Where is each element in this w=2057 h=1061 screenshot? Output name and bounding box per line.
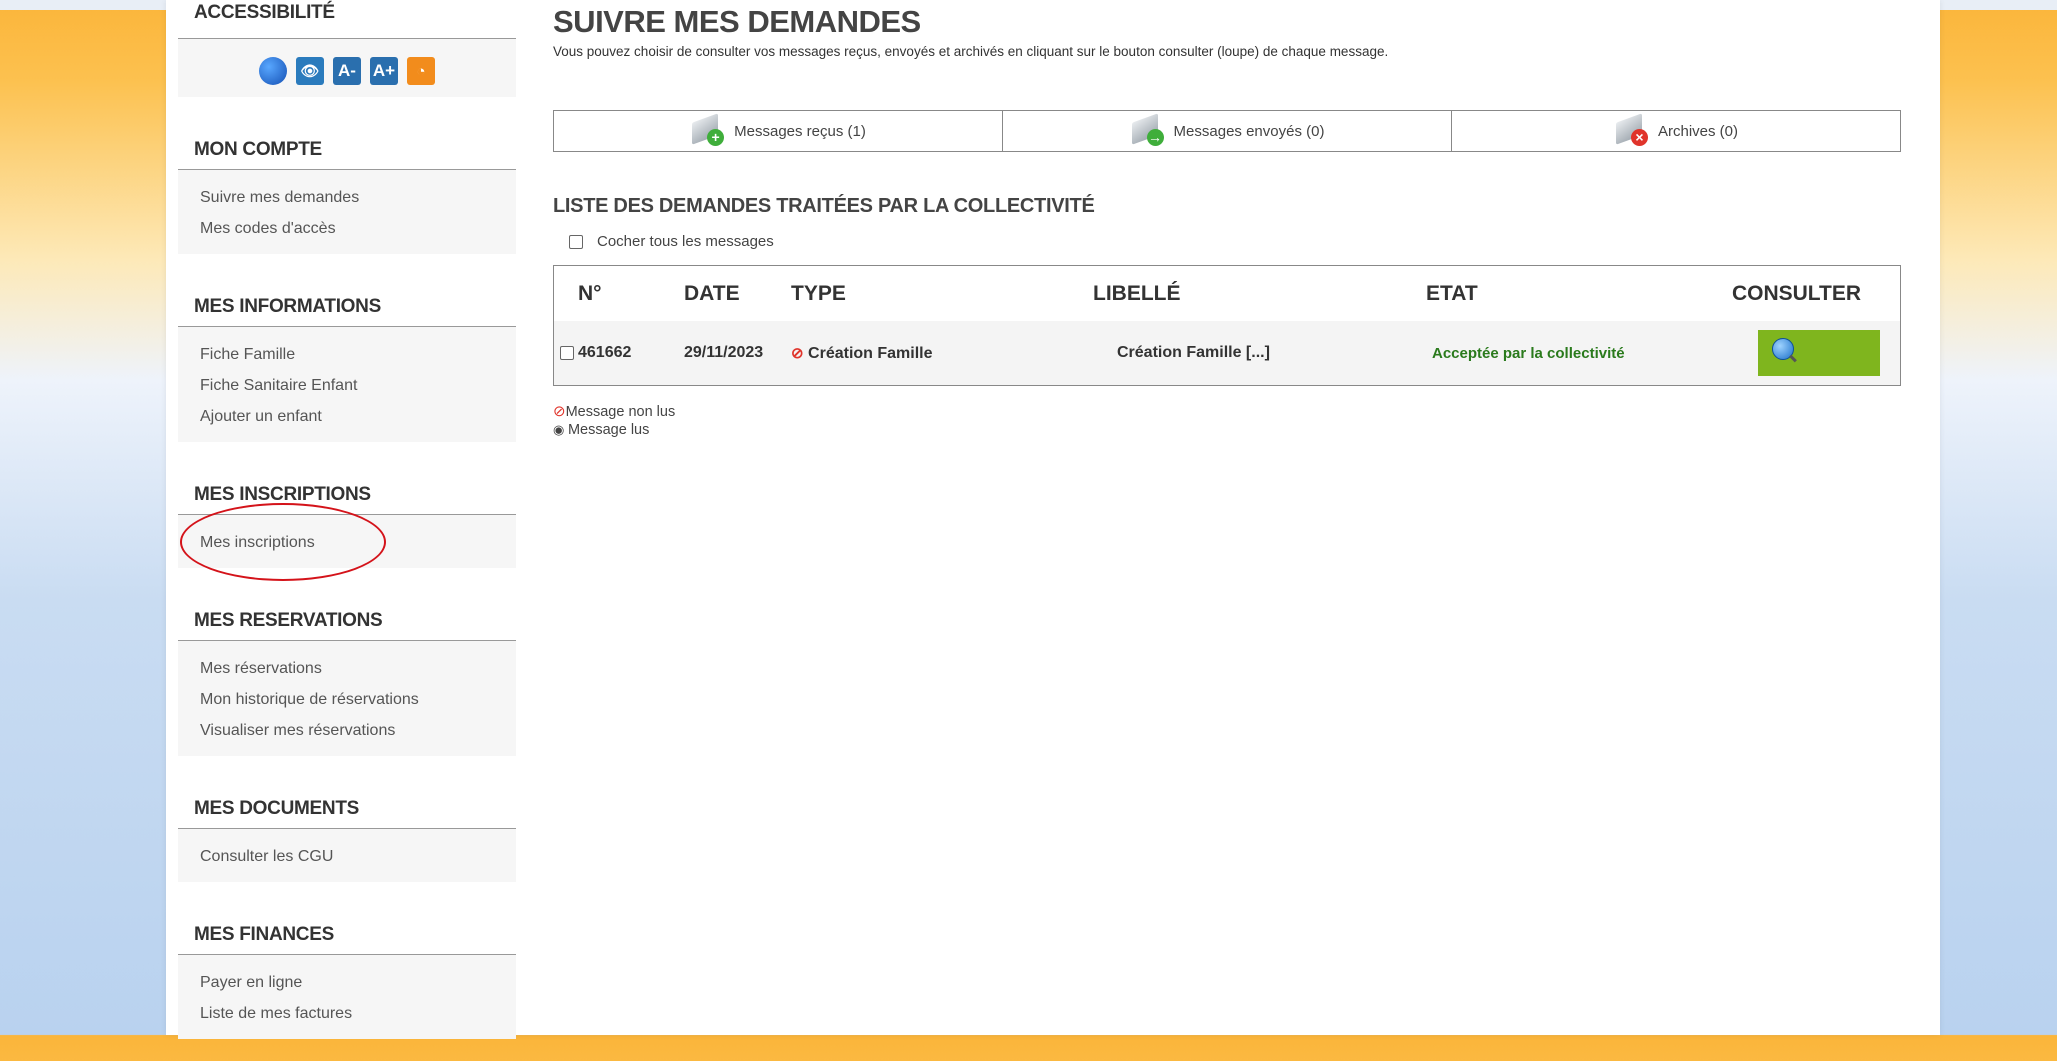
sidebar-item-ajouter-enfant[interactable]: Ajouter un enfant <box>178 401 516 432</box>
sidebar-item-suivre-demandes[interactable]: Suivre mes demandes <box>178 182 516 213</box>
sidebar-item-payer-en-ligne[interactable]: Payer en ligne <box>178 967 516 998</box>
consult-button[interactable] <box>1757 330 1880 376</box>
mon-compte-block: MON COMPTE Suivre mes demandes Mes codes… <box>178 119 516 254</box>
mes-reservations-block: MES RESERVATIONS Mes réservations Mon hi… <box>178 590 516 756</box>
sidebar-item-visualiser-reservations[interactable]: Visualiser mes réservations <box>178 715 516 746</box>
globe-icon[interactable] <box>259 57 287 85</box>
header-libelle: LIBELLÉ <box>1093 281 1181 305</box>
row-type: Création Famille <box>808 344 933 362</box>
header-consulter: CONSULTER <box>1731 281 1862 305</box>
sidebar: ACCESSIBILITÉ 👁 A- A+ ◔ MON COMPTE Suivr… <box>178 0 516 1061</box>
mon-compte-title: MON COMPTE <box>178 119 516 170</box>
row-date: 29/11/2023 <box>684 344 764 361</box>
accessibility-title: ACCESSIBILITÉ <box>178 0 516 39</box>
unread-eye-icon: ⊘ <box>791 344 804 362</box>
check-all: Cocher tous les messages <box>569 233 774 250</box>
magnifier-icon <box>1771 338 1794 360</box>
mes-finances-block: MES FINANCES Payer en ligne Liste de mes… <box>178 904 516 1039</box>
main-content: SUIVRE MES DEMANDES Vous pouvez choisir … <box>553 0 1903 438</box>
row-libelle: Création Famille [...] <box>1117 344 1270 361</box>
header-etat: ETAT <box>1426 281 1478 305</box>
header-date: DATE <box>684 281 740 305</box>
mes-informations-title: MES INFORMATIONS <box>178 276 516 327</box>
tab-messages-recus-label: Messages reçus (1) <box>734 122 866 140</box>
accessibility-icons: 👁 A- A+ ◔ <box>178 39 516 97</box>
sidebar-item-mes-inscriptions[interactable]: Mes inscriptions <box>178 527 516 558</box>
sidebar-item-historique-reservations[interactable]: Mon historique de réservations <box>178 684 516 715</box>
page-description: Vous pouvez choisir de consulter vos mes… <box>553 44 1389 59</box>
table-header: N° DATE TYPE LIBELLÉ ETAT CONSULTER <box>554 266 1900 321</box>
sidebar-item-mes-reservations[interactable]: Mes réservations <box>178 653 516 684</box>
header-num: N° <box>578 281 602 305</box>
mes-inscriptions-block: MES INSCRIPTIONS Mes inscriptions <box>178 464 516 568</box>
mes-informations-block: MES INFORMATIONS Fiche Famille Fiche San… <box>178 276 516 442</box>
font-increase-icon[interactable]: A+ <box>370 57 398 85</box>
envelope-plus-icon: + <box>690 113 725 146</box>
tab-messages-envoyes-label: Messages envoyés (0) <box>1173 122 1325 140</box>
unread-eye-icon: ⊘ <box>553 403 566 420</box>
tab-archives-label: Archives (0) <box>1657 122 1739 140</box>
message-tabs: + Messages reçus (1) → Messages envoyés … <box>553 110 1901 152</box>
mes-documents-block: MES DOCUMENTS Consulter les CGU <box>178 778 516 882</box>
requests-table: N° DATE TYPE LIBELLÉ ETAT CONSULTER 4616… <box>553 265 1901 386</box>
list-title: LISTE DES DEMANDES TRAITÉES PAR LA COLLE… <box>553 195 1095 217</box>
sidebar-item-codes-acces[interactable]: Mes codes d'accès <box>178 213 516 244</box>
sidebar-item-fiche-sanitaire[interactable]: Fiche Sanitaire Enfant <box>178 370 516 401</box>
page-title: SUIVRE MES DEMANDES <box>553 4 921 39</box>
font-decrease-icon[interactable]: A- <box>333 57 361 85</box>
header-type: TYPE <box>791 281 846 305</box>
envelope-x-icon: × <box>1614 113 1648 146</box>
envelope-arrow-icon: → <box>1130 113 1164 146</box>
sidebar-item-fiche-famille[interactable]: Fiche Famille <box>178 339 516 370</box>
eye-icon[interactable]: 👁 <box>296 57 324 85</box>
tab-messages-recus[interactable]: + Messages reçus (1) <box>554 111 1003 151</box>
check-all-label: Cocher tous les messages <box>597 233 774 250</box>
sidebar-item-liste-factures[interactable]: Liste de mes factures <box>178 998 516 1029</box>
tab-archives[interactable]: × Archives (0) <box>1452 111 1900 151</box>
page-container: ACCESSIBILITÉ 👁 A- A+ ◔ MON COMPTE Suivr… <box>166 0 1940 1039</box>
sidebar-item-consulter-cgu[interactable]: Consulter les CGU <box>178 841 516 872</box>
row-etat: Acceptée par la collectivité <box>1432 344 1625 362</box>
accessibility-block: ACCESSIBILITÉ 👁 A- A+ ◔ <box>178 0 516 97</box>
row-checkbox[interactable] <box>560 346 574 360</box>
rss-icon[interactable]: ◔ <box>407 57 435 85</box>
legend: ⊘Message non lus ◉ Message lus <box>553 403 675 439</box>
row-num: 461662 <box>578 344 632 361</box>
tab-messages-envoyes[interactable]: → Messages envoyés (0) <box>1003 111 1452 151</box>
legend-unread: ⊘Message non lus <box>553 403 676 420</box>
legend-read: ◉ Message lus <box>553 422 650 438</box>
table-row: 461662 29/11/2023 ⊘ Création Famille Cré… <box>554 321 1900 385</box>
mes-reservations-title: MES RESERVATIONS <box>178 590 516 641</box>
check-all-checkbox[interactable] <box>569 234 583 249</box>
mes-finances-title: MES FINANCES <box>178 904 516 955</box>
mes-inscriptions-title: MES INSCRIPTIONS <box>178 464 516 515</box>
read-eye-icon: ◉ <box>553 422 568 437</box>
mes-documents-title: MES DOCUMENTS <box>178 778 516 829</box>
